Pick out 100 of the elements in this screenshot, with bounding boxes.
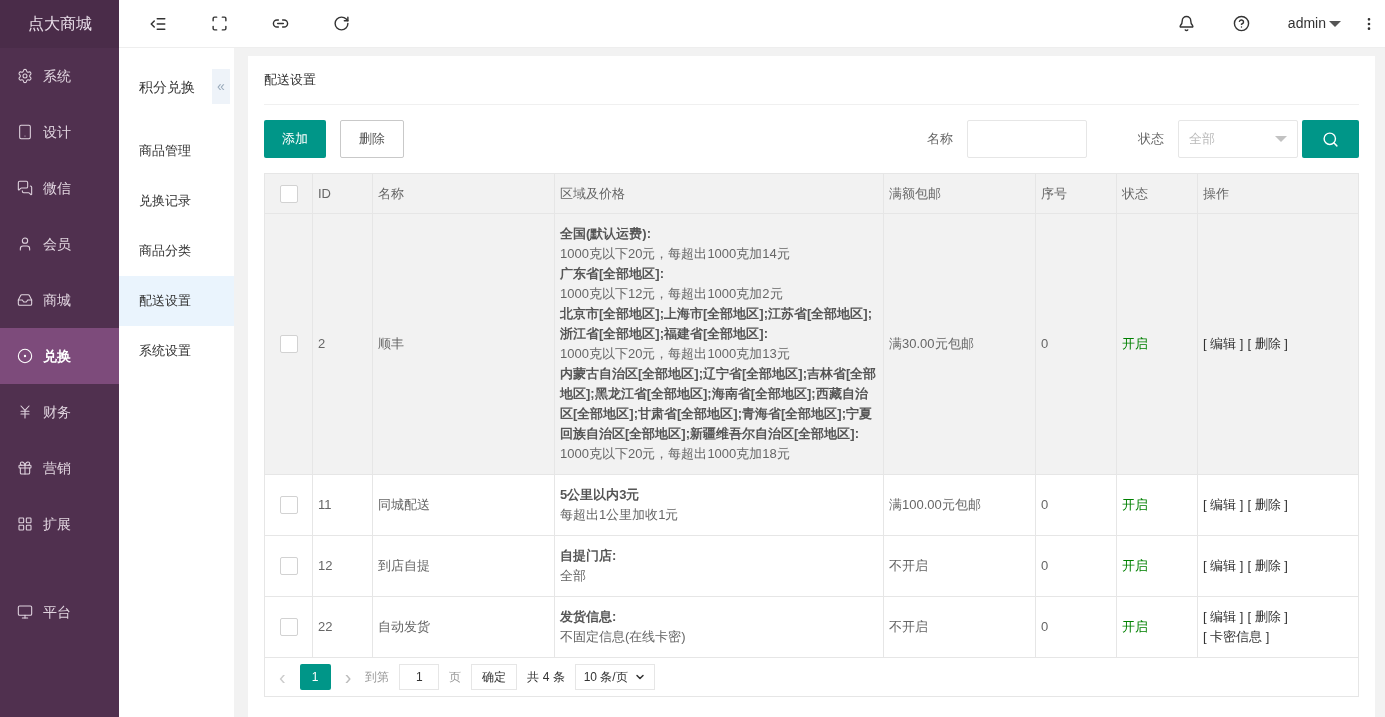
page-size-select[interactable]: 10 条/页	[574, 664, 655, 690]
delete-button[interactable]: 删除	[340, 120, 404, 158]
total-count: 共 4 条	[527, 669, 565, 686]
inbox-icon	[17, 292, 33, 308]
table-cell-text: 到店自提	[378, 557, 430, 576]
action-link[interactable]: [ 删除 ]	[1247, 334, 1288, 354]
table-cell-text: 0	[1041, 618, 1049, 637]
row-checkbox[interactable]	[279, 184, 298, 203]
action-link[interactable]: [ 卡密信息 ]	[1203, 627, 1270, 647]
sub-sidebar-title: 积分兑换	[138, 77, 195, 97]
action-link[interactable]: [ 编辑 ]	[1203, 334, 1244, 354]
sidebar-item[interactable]: 财务	[0, 384, 119, 440]
table-cell-text: 顺丰	[378, 335, 404, 354]
sidebar-item[interactable]: 微信	[0, 160, 119, 216]
sidebar-item[interactable]: 扩展	[0, 496, 119, 552]
page-input-field[interactable]: 1	[399, 664, 440, 690]
region-name: 发货信息:	[560, 608, 618, 626]
sidebar-item[interactable]: 设计	[0, 104, 119, 160]
price-rule: 不固定信息(在线卡密)	[560, 628, 687, 646]
search-icon	[1322, 130, 1339, 148]
sidebar-item[interactable]: 平台	[0, 584, 119, 640]
gift-icon	[17, 460, 33, 476]
brand-logo-text: 点大商城	[0, 0, 119, 48]
circle-icon	[17, 348, 33, 364]
sidebar-item[interactable]: 营销	[0, 440, 119, 496]
chat-icon	[17, 180, 33, 196]
refresh-icon[interactable]	[333, 15, 350, 32]
user-menu[interactable]: admin	[1287, 13, 1341, 34]
column-header: 操作	[1202, 184, 1230, 203]
status-text: 开启	[1122, 496, 1148, 515]
table-cell-text: 满100.00元包邮	[889, 496, 981, 515]
name-label: 名称	[927, 130, 953, 149]
row-checkbox[interactable]	[279, 618, 298, 636]
table-cell-text: 0	[1041, 335, 1049, 354]
action-link[interactable]: [ 删除 ]	[1247, 607, 1288, 627]
action-link[interactable]: [ 编辑 ]	[1203, 556, 1244, 576]
caret-icon	[1275, 136, 1287, 142]
region-name: 北京市[全部地区];上海市[全部地区];江苏省[全部地区];浙江省[全部地区];福建省[全部地区]:	[560, 305, 873, 343]
column-header: ID	[313, 174, 373, 213]
sidebar-item[interactable]: 商城	[0, 272, 119, 328]
price-rule: 1000克以下20元，每超出1000克加14元	[560, 245, 791, 263]
price-rule: 全部	[560, 567, 587, 585]
action-link[interactable]: [ 删除 ]	[1247, 495, 1288, 515]
row-checkbox[interactable]	[279, 335, 298, 353]
table-cell-text: 满30.00元包邮	[889, 335, 974, 354]
confirm-button[interactable]: 确定	[471, 664, 518, 690]
table-cell-text: 自动发货	[378, 618, 430, 637]
tablet-icon	[17, 124, 33, 140]
add-button[interactable]: 添加	[264, 120, 326, 158]
sub-sidebar-item[interactable]: 商品分类	[119, 226, 234, 276]
column-header: 满额包邮	[884, 174, 1036, 213]
gear-icon	[17, 68, 33, 84]
column-header: 区域及价格	[555, 174, 884, 213]
region-name: 5公里以内3元	[560, 486, 641, 504]
monitor-icon	[17, 604, 33, 620]
bell-icon[interactable]	[1177, 15, 1195, 32]
table-cell-text: 0	[1041, 557, 1049, 576]
action-link[interactable]: [ 编辑 ]	[1203, 607, 1244, 627]
table-cell-text: 12	[318, 557, 333, 576]
yen-icon	[17, 404, 33, 420]
page-button[interactable]: 1	[299, 664, 331, 690]
price-rule: 1000克以下20元，每超出1000克加13元	[560, 345, 791, 363]
region-name: 自提门店:	[560, 547, 618, 565]
table-cell-text: 2	[318, 335, 326, 354]
sub-sidebar-item[interactable]: 商品管理	[119, 126, 234, 176]
column-header: 序号	[1036, 174, 1117, 213]
sidebar-item[interactable]: 会员	[0, 216, 119, 272]
goto-label: 到第	[365, 669, 390, 686]
status-text: 开启	[1122, 618, 1148, 637]
region-name: 全国(默认运费):	[560, 225, 652, 243]
price-rule: 1000克以下12元，每超出1000克加2元	[560, 285, 784, 303]
table-cell-text: 不开启	[889, 618, 928, 637]
grid-icon	[17, 516, 33, 532]
page-unit-label: 页	[449, 669, 462, 686]
help-icon[interactable]	[1232, 15, 1250, 32]
sub-sidebar-item[interactable]: 配送设置	[119, 276, 234, 326]
status-text: 开启	[1122, 557, 1148, 576]
status-label: 状态	[1138, 130, 1164, 149]
sidebar-item[interactable]: 兑换	[0, 328, 119, 384]
table-cell-text: 22	[318, 618, 333, 637]
status-text: 开启	[1122, 335, 1148, 354]
region-name: 内蒙古自治区[全部地区];辽宁省[全部地区];吉林省[全部地区];黑龙江省[全部地区];海南省[全部地区];西藏自治区[全部地区];甘肃省[全部地区];青海省[全部地区];宁夏回族自治区[全部地区];新疆维吾尔自治区[全部地区]:	[560, 365, 878, 443]
action-link[interactable]: [ 删除 ]	[1247, 556, 1288, 576]
caret-icon	[1329, 20, 1341, 27]
sidebar-item[interactable]: 系统	[0, 48, 119, 104]
action-link[interactable]: [ 编辑 ]	[1203, 495, 1244, 515]
fullscreen-icon[interactable]	[211, 15, 228, 32]
table-cell-text: 11	[318, 496, 332, 515]
column-header: 状态	[1117, 174, 1198, 213]
table-cell-text: 0	[1041, 496, 1049, 515]
price-rule: 每超出1公里加收1元	[560, 506, 680, 524]
row-checkbox[interactable]	[279, 496, 298, 514]
table-cell-text: 不开启	[889, 557, 928, 576]
page-title: 配送设置	[264, 56, 1359, 105]
sub-sidebar-item[interactable]: 系统设置	[119, 326, 234, 376]
sub-sidebar-item[interactable]: 兑换记录	[119, 176, 234, 226]
name-input-field[interactable]	[967, 120, 1087, 158]
region-name: 广东省[全部地区]:	[560, 265, 665, 283]
price-rule: 1000克以下20元，每超出1000克加18元	[560, 445, 791, 463]
row-checkbox[interactable]	[279, 557, 298, 575]
